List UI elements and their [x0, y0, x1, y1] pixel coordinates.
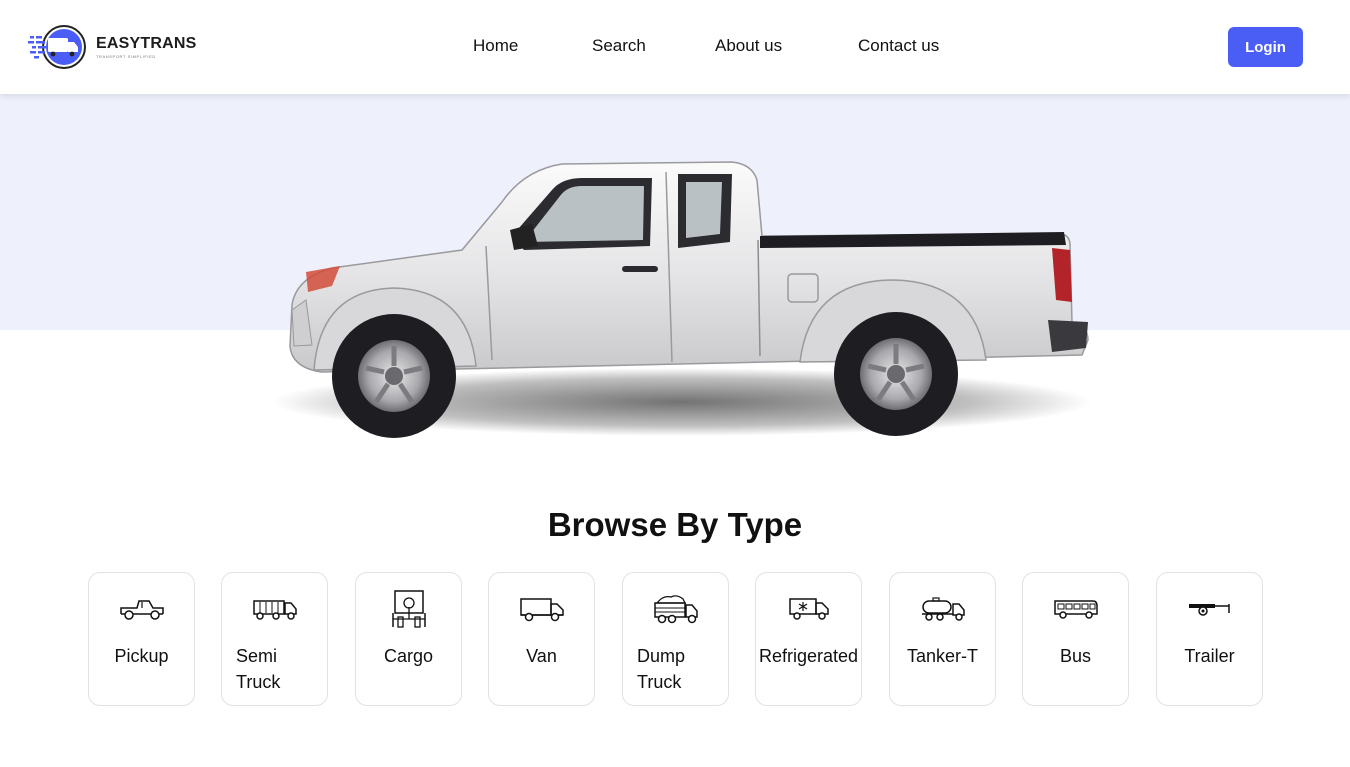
type-card-semi-truck[interactable]: Semi Truck	[221, 572, 328, 706]
nav-contact-us[interactable]: Contact us	[858, 36, 939, 56]
login-button[interactable]: Login	[1228, 27, 1303, 67]
type-label-van: Van	[526, 646, 557, 666]
type-label-pickup: Pickup	[114, 646, 169, 666]
nav-about-us[interactable]: About us	[715, 36, 782, 56]
pickup-icon	[119, 600, 164, 620]
type-label-refrigerated: Refrigerated	[758, 646, 859, 666]
refrigerated-truck-icon	[788, 598, 829, 620]
type-label-dump-truck: Dump Truck	[637, 646, 686, 692]
semi-truck-icon	[252, 600, 297, 620]
type-label-semi-truck: Semi Truck	[236, 646, 281, 692]
van-icon	[519, 598, 564, 622]
pickup-truck-image	[272, 161, 1092, 438]
type-card-trailer[interactable]: Trailer	[1156, 572, 1263, 706]
type-card-refrigerated[interactable]: Refrigerated	[755, 572, 862, 706]
type-label-trailer: Trailer	[1184, 646, 1235, 666]
main-nav: Home Search About us Contact us	[0, 36, 1350, 60]
type-card-bus[interactable]: Bus	[1022, 572, 1129, 706]
type-card-dump-truck[interactable]: Dump Truck	[622, 572, 729, 706]
type-card-tanker-t[interactable]: Tanker-T	[889, 572, 996, 706]
bus-icon	[1053, 600, 1098, 619]
nav-search[interactable]: Search	[592, 36, 646, 56]
type-label-cargo: Cargo	[383, 646, 434, 666]
tanker-truck-icon	[921, 597, 965, 621]
browse-title: Browse By Type	[547, 506, 803, 543]
type-card-pickup[interactable]: Pickup	[88, 572, 195, 706]
trailer-icon	[1188, 604, 1230, 616]
cargo-icon	[391, 590, 426, 628]
type-label-bus: Bus	[1059, 646, 1092, 666]
site-header: EASYTRANS TRANSPORT SIMPLIFIED Home Sear…	[0, 0, 1350, 94]
type-card-cargo[interactable]: Cargo	[355, 572, 462, 706]
dump-truck-icon	[653, 595, 698, 624]
nav-home[interactable]: Home	[473, 36, 518, 56]
type-card-van[interactable]: Van	[488, 572, 595, 706]
type-label-tanker-t: Tanker-T	[906, 646, 978, 666]
